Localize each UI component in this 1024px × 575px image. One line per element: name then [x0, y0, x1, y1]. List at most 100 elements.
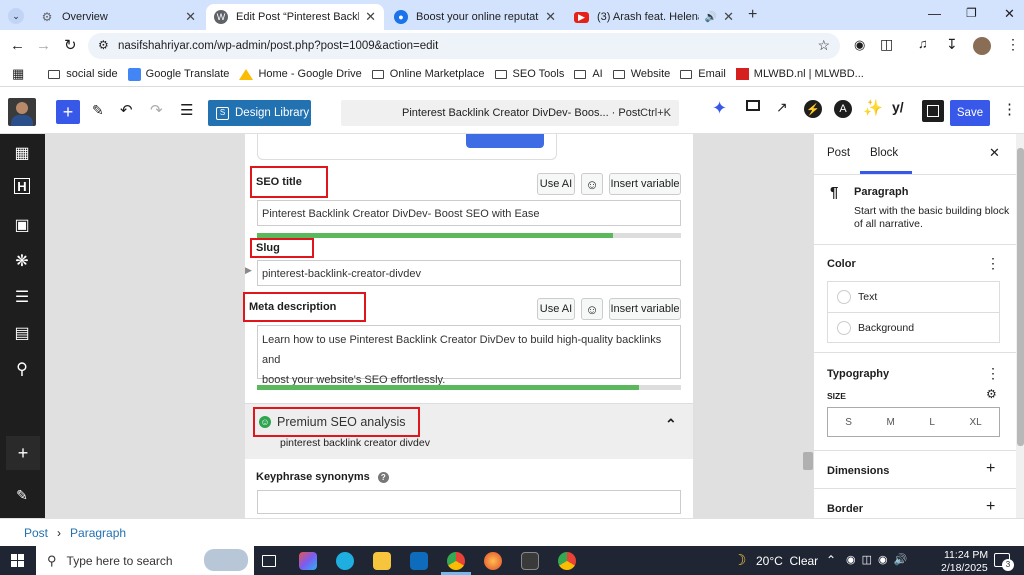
- new-tab-button[interactable]: +: [748, 6, 757, 24]
- canvas-scrollbar[interactable]: [803, 452, 813, 470]
- search-settings-icon[interactable]: ⚲: [11, 358, 33, 380]
- use-ai-button[interactable]: Use AI: [537, 298, 575, 320]
- tab-boost-reputation[interactable]: ● Boost your online reputation w ✕: [386, 4, 564, 30]
- site-info-icon[interactable]: ⚙: [98, 38, 109, 52]
- add-block-button[interactable]: +: [56, 100, 80, 124]
- color-background-option[interactable]: Background: [827, 312, 1000, 343]
- bookmark-online-marketplace[interactable]: Online Marketplace: [371, 68, 485, 80]
- clock-date[interactable]: 2/18/2025: [941, 562, 988, 574]
- size-option-l[interactable]: L: [929, 417, 935, 428]
- dimensions-section[interactable]: Dimensions +: [814, 450, 1016, 488]
- bookmark-ai[interactable]: AI: [574, 68, 603, 80]
- edge-icon[interactable]: [336, 552, 354, 570]
- image-icon[interactable]: ▣: [11, 214, 33, 236]
- outlook-icon[interactable]: [410, 552, 428, 570]
- undo-icon[interactable]: ↶: [120, 101, 133, 119]
- windows-start-icon[interactable]: [11, 554, 24, 567]
- tray-icons[interactable]: ◉◫◉🔊: [846, 553, 913, 566]
- premium-seo-analysis-toggle[interactable]: ☺ Premium SEO analysis: [253, 407, 420, 437]
- bookmark-website[interactable]: Website: [612, 68, 670, 80]
- list-view-icon[interactable]: ☰: [180, 101, 193, 119]
- restore-button[interactable]: ❐: [966, 6, 977, 20]
- close-window-button[interactable]: ✕: [1004, 6, 1015, 22]
- tab-block[interactable]: Block: [870, 147, 898, 159]
- preview-icon[interactable]: [746, 100, 760, 111]
- scrollbar-thumb[interactable]: [1017, 148, 1024, 446]
- form-icon[interactable]: ▤: [11, 322, 33, 344]
- forward-icon[interactable]: →: [36, 37, 51, 54]
- color-options-icon[interactable]: ⋮: [986, 255, 1000, 272]
- close-icon[interactable]: ✕: [545, 9, 556, 25]
- insert-variable-button[interactable]: Insert variable: [609, 173, 681, 195]
- seo-title-input[interactable]: Pinterest Backlink Creator DivDev- Boost…: [257, 200, 681, 226]
- save-button[interactable]: Save: [950, 100, 990, 126]
- apps-grid-icon[interactable]: ▦: [12, 66, 24, 82]
- download-icon[interactable]: ↧: [946, 36, 958, 53]
- tab-edit-post[interactable]: W Edit Post “Pinterest Backlink Cre ✕: [206, 4, 384, 30]
- chrome-profile-icon[interactable]: [558, 552, 576, 570]
- keyphrase-synonyms-input[interactable]: [257, 490, 681, 514]
- command-palette[interactable]: Pinterest Backlink Creator DivDev- Boos.…: [341, 100, 679, 126]
- address-bar[interactable]: ⚙ nasifshahriyar.com/wp-admin/post.php?p…: [88, 33, 840, 59]
- close-sidebar-icon[interactable]: ✕: [989, 145, 1000, 161]
- copilot-icon[interactable]: [299, 552, 317, 570]
- bookmark-mlwbd[interactable]: MLWBD.nl | MLWBD...: [735, 68, 864, 80]
- bookmark-star-icon[interactable]: ☆: [817, 37, 830, 54]
- file-explorer-icon[interactable]: [373, 552, 391, 570]
- stack-icon[interactable]: ☰: [11, 286, 33, 308]
- border-section[interactable]: Border +: [814, 488, 1016, 518]
- browser-menu-icon[interactable]: ⋮: [1006, 36, 1020, 53]
- tab-post[interactable]: Post: [827, 147, 850, 159]
- size-option-xl[interactable]: XL: [969, 417, 981, 428]
- emoji-button[interactable]: ☺: [581, 298, 603, 320]
- size-option-s[interactable]: S: [845, 417, 852, 428]
- sidebar-scrollbar[interactable]: [1016, 134, 1024, 518]
- tab-search-icon[interactable]: ⌄: [8, 8, 24, 24]
- weather-text[interactable]: 20°C Clear: [756, 554, 818, 568]
- site-avatar[interactable]: [8, 98, 36, 126]
- chrome-icon[interactable]: [447, 552, 465, 570]
- design-library-button[interactable]: S Design Library: [208, 100, 311, 126]
- reload-icon[interactable]: ↻: [64, 36, 77, 54]
- avatar[interactable]: [973, 37, 991, 55]
- bookmark-google-translate[interactable]: Google Translate: [127, 67, 229, 81]
- collapse-chevron-icon[interactable]: ⌃: [665, 416, 677, 433]
- settings-sidebar-toggle[interactable]: [922, 100, 944, 122]
- preview-card-button[interactable]: [466, 134, 544, 148]
- bookmark-seo-tools[interactable]: SEO Tools: [494, 68, 564, 80]
- ai-assistant-icon[interactable]: ✨: [863, 98, 883, 118]
- add-dimensions-icon[interactable]: +: [986, 460, 995, 478]
- use-ai-button[interactable]: Use AI: [537, 173, 575, 195]
- size-option-m[interactable]: M: [886, 417, 894, 428]
- bookmark-social-side[interactable]: social side: [48, 68, 118, 80]
- back-icon[interactable]: ←: [10, 37, 25, 54]
- options-menu-icon[interactable]: ⋮: [1002, 100, 1017, 118]
- tab-youtube[interactable]: ▶ (3) Arash feat. Helena - One 🔊 ✕: [566, 4, 742, 30]
- color-text-option[interactable]: Text: [827, 281, 1000, 312]
- size-controls-icon[interactable]: ⚙: [986, 387, 997, 401]
- heading-icon[interactable]: H: [14, 178, 30, 194]
- puzzle-icon[interactable]: ◫: [880, 36, 893, 53]
- clock-time[interactable]: 11:24 PM: [944, 549, 988, 561]
- task-view-icon[interactable]: [262, 555, 276, 567]
- emoji-button[interactable]: ☺: [581, 173, 603, 195]
- taskbar-search-box[interactable]: ⚲ Type here to search: [36, 546, 254, 575]
- breadcrumb-paragraph[interactable]: Paragraph: [70, 526, 126, 540]
- minimize-button[interactable]: —: [928, 6, 941, 21]
- tab-overview[interactable]: ⚙ Overview ✕: [32, 4, 204, 30]
- extension-icon[interactable]: ◉: [854, 37, 865, 53]
- pencil-icon[interactable]: ✎: [92, 102, 104, 119]
- meta-description-textarea[interactable]: Learn how to use Pinterest Backlink Crea…: [257, 325, 681, 386]
- edit-icon[interactable]: ✎: [11, 484, 33, 506]
- close-icon[interactable]: ✕: [723, 9, 734, 25]
- redo-icon[interactable]: ↷: [150, 101, 163, 119]
- add-border-icon[interactable]: +: [986, 498, 995, 516]
- badge-icon[interactable]: ❋: [11, 250, 33, 272]
- help-icon[interactable]: ?: [377, 472, 389, 483]
- bookmark-email[interactable]: Email: [680, 68, 726, 80]
- yoast-icon[interactable]: y/: [892, 99, 904, 115]
- close-icon[interactable]: ✕: [185, 9, 196, 25]
- media-icon[interactable]: ♫: [918, 36, 928, 51]
- external-link-icon[interactable]: ↗: [776, 99, 788, 116]
- ai-sparkle-icon[interactable]: ✦: [712, 98, 727, 119]
